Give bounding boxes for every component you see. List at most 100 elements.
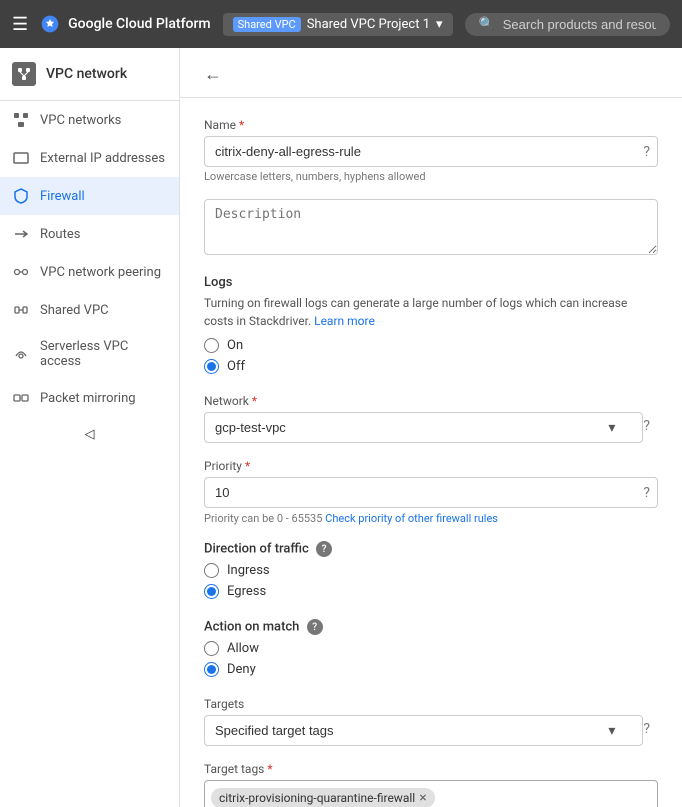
project-selector[interactable]: Shared VPC Shared VPC Project 1 ▾ <box>223 13 453 36</box>
tag-value: citrix-provisioning-quarantine-firewall <box>219 791 415 805</box>
project-name: Shared VPC Project 1 <box>307 17 430 32</box>
network-select[interactable]: gcp-test-vpc <box>204 412 643 443</box>
sidebar-item-label: VPC network peering <box>40 265 161 280</box>
search-bar[interactable]: 🔍 <box>465 13 670 36</box>
network-help-icon[interactable]: ? <box>643 418 650 434</box>
priority-input[interactable] <box>204 477 658 508</box>
network-select-wrapper: gcp-test-vpc ▾ <box>204 412 643 443</box>
sidebar-item-label: Serverless VPC access <box>40 339 167 369</box>
priority-help-icon[interactable]: ? <box>643 485 650 501</box>
direction-help-icon[interactable]: ? <box>316 541 332 557</box>
logs-off-label: Off <box>227 359 245 374</box>
tag-remove-button[interactable]: × <box>419 790 426 806</box>
allow-label: Allow <box>227 641 259 656</box>
sidebar-item-label: Routes <box>40 227 80 242</box>
sidebar-item-label: Firewall <box>40 189 85 204</box>
back-button[interactable]: ← <box>204 64 222 85</box>
main-content: ← Name * ? Lowercase letters, numbers, h… <box>180 48 682 807</box>
priority-group: Priority * ? Priority can be 0 - 65535 C… <box>204 459 658 525</box>
priority-input-wrapper: ? <box>204 477 658 508</box>
egress-label: Egress <box>227 584 266 599</box>
targets-select[interactable]: Specified target tags <box>204 715 643 746</box>
egress-option[interactable]: Egress <box>204 584 658 599</box>
name-input[interactable] <box>204 136 658 167</box>
layout: VPC network VPC networks External IP add… <box>0 48 682 807</box>
sidebar-item-firewall[interactable]: Firewall <box>0 177 179 215</box>
logs-on-option[interactable]: On <box>204 338 658 353</box>
priority-check-link[interactable]: Check priority of other firewall rules <box>325 512 498 525</box>
action-title: Action on match ? <box>204 619 658 635</box>
logs-radio-group: On Off <box>204 338 658 374</box>
search-input[interactable] <box>503 17 656 32</box>
logs-on-radio[interactable] <box>204 338 219 353</box>
learn-more-link[interactable]: Learn more <box>314 314 375 328</box>
target-tags-group: Target tags * citrix-provisioning-quaran… <box>204 762 658 807</box>
sidebar-item-routes[interactable]: Routes <box>0 215 179 253</box>
vpc-peering-icon <box>12 263 30 281</box>
sidebar: VPC network VPC networks External IP add… <box>0 48 180 807</box>
direction-section: Direction of traffic ? Ingress Egress <box>204 541 658 599</box>
targets-row: Specified target tags ▾ ? <box>204 715 658 746</box>
sidebar-item-external-ip[interactable]: External IP addresses <box>0 139 179 177</box>
menu-icon[interactable]: ☰ <box>12 14 28 35</box>
required-indicator: * <box>239 118 244 132</box>
sidebar-title: VPC network <box>46 66 127 82</box>
gcp-logo-icon <box>40 14 60 34</box>
tag-chip: citrix-provisioning-quarantine-firewall … <box>211 788 435 807</box>
firewall-icon <box>12 187 30 205</box>
sidebar-item-packet-mirroring[interactable]: Packet mirroring <box>0 379 179 417</box>
search-icon: 🔍 <box>479 17 495 32</box>
targets-select-wrapper: Specified target tags ▾ <box>204 715 643 746</box>
project-dropdown-icon: ▾ <box>436 17 443 32</box>
project-badge: Shared VPC <box>233 17 301 32</box>
vpc-networks-icon <box>12 111 30 129</box>
sidebar-collapse-button[interactable]: ◁ <box>0 417 179 452</box>
packet-mirroring-icon <box>12 389 30 407</box>
description-group <box>204 199 658 259</box>
name-help-icon[interactable]: ? <box>643 144 650 160</box>
action-radio-group: Allow Deny <box>204 641 658 677</box>
network-group: Network * gcp-test-vpc ▾ ? <box>204 394 658 443</box>
sidebar-header: VPC network <box>0 48 179 101</box>
sidebar-item-label: Packet mirroring <box>40 391 136 406</box>
allow-option[interactable]: Allow <box>204 641 658 656</box>
ingress-radio[interactable] <box>204 563 219 578</box>
sidebar-item-label: Shared VPC <box>40 303 109 318</box>
egress-radio[interactable] <box>204 584 219 599</box>
sidebar-item-vpc-networks[interactable]: VPC networks <box>0 101 179 139</box>
name-hint: Lowercase letters, numbers, hyphens allo… <box>204 170 658 183</box>
target-tags-label: Target tags * <box>204 762 658 776</box>
logs-title: Logs <box>204 275 658 290</box>
allow-radio[interactable] <box>204 641 219 656</box>
deny-label: Deny <box>227 662 256 677</box>
logs-off-option[interactable]: Off <box>204 359 658 374</box>
sidebar-item-serverless-vpc[interactable]: Serverless VPC access <box>0 329 179 379</box>
sidebar-item-vpc-peering[interactable]: VPC network peering <box>0 253 179 291</box>
external-ip-icon <box>12 149 30 167</box>
ingress-option[interactable]: Ingress <box>204 563 658 578</box>
top-nav: ☰ Google Cloud Platform Shared VPC Share… <box>0 0 682 48</box>
name-group: Name * ? Lowercase letters, numbers, hyp… <box>204 118 658 183</box>
sidebar-item-label: VPC networks <box>40 113 121 128</box>
action-help-icon[interactable]: ? <box>307 619 323 635</box>
direction-radio-group: Ingress Egress <box>204 563 658 599</box>
logs-desc: Turning on firewall logs can generate a … <box>204 294 658 330</box>
vpc-network-icon <box>12 62 36 86</box>
targets-help-icon[interactable]: ? <box>643 721 650 737</box>
app-logo: Google Cloud Platform <box>40 14 210 34</box>
page-header: ← <box>180 48 682 98</box>
sidebar-item-shared-vpc[interactable]: Shared VPC <box>0 291 179 329</box>
deny-option[interactable]: Deny <box>204 662 658 677</box>
priority-label: Priority * <box>204 459 658 473</box>
targets-label: Targets <box>204 697 658 711</box>
logs-section: Logs Turning on firewall logs can genera… <box>204 275 658 374</box>
priority-info: Priority can be 0 - 65535 Check priority… <box>204 512 658 525</box>
network-row: gcp-test-vpc ▾ ? <box>204 412 658 443</box>
description-input[interactable] <box>204 199 658 255</box>
serverless-vpc-icon <box>12 345 30 363</box>
network-label: Network * <box>204 394 658 408</box>
logs-off-radio[interactable] <box>204 359 219 374</box>
routes-icon <box>12 225 30 243</box>
target-tags-container[interactable]: citrix-provisioning-quarantine-firewall … <box>204 780 658 807</box>
deny-radio[interactable] <box>204 662 219 677</box>
